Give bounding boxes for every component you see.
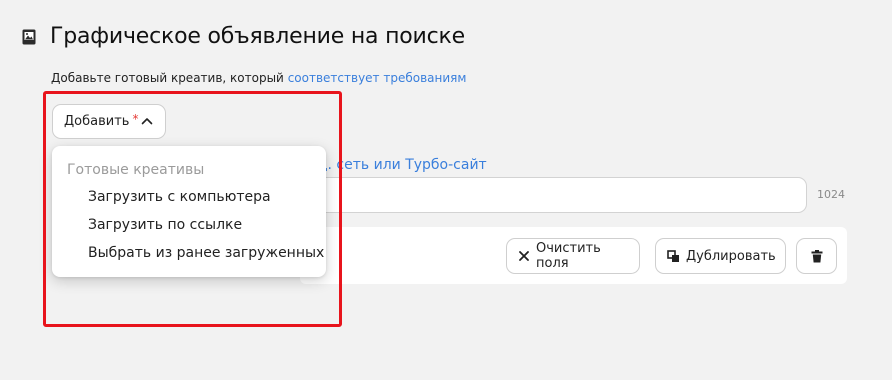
add-creative-dropdown: Готовые креативы Загрузить с компьютера … bbox=[52, 146, 326, 277]
page-title: Графическое объявление на поиске bbox=[50, 24, 465, 49]
duplicate-icon bbox=[667, 249, 679, 262]
text-input-field[interactable] bbox=[300, 177, 807, 213]
requirements-link[interactable]: соответствует требованиям bbox=[288, 71, 467, 85]
menu-item-upload-by-link[interactable]: Загрузить по ссылке bbox=[88, 217, 242, 233]
char-limit-counter: 1024 bbox=[817, 188, 845, 201]
delete-button[interactable] bbox=[796, 238, 837, 274]
chevron-up-icon bbox=[141, 118, 153, 125]
clear-fields-label: Очистить поля bbox=[536, 241, 601, 271]
clear-fields-button[interactable]: Очистить поля bbox=[506, 238, 640, 274]
close-icon bbox=[519, 251, 529, 261]
menu-item-choose-uploaded[interactable]: Выбрать из ранее загруженных bbox=[88, 245, 324, 261]
add-creative-button[interactable]: Добавить * bbox=[52, 104, 166, 139]
duplicate-button[interactable]: Дублировать bbox=[655, 238, 786, 274]
trash-icon bbox=[811, 249, 822, 262]
required-mark: * bbox=[132, 111, 139, 126]
subtitle-text: Добавьте готовый креатив, который bbox=[51, 71, 284, 85]
menu-item-upload-from-computer[interactable]: Загрузить с компьютера bbox=[88, 189, 271, 205]
page-subtitle: Добавьте готовый креатив, который соотве… bbox=[51, 71, 466, 85]
add-button-label: Добавить bbox=[64, 114, 130, 129]
duplicate-label: Дублировать bbox=[686, 248, 776, 264]
dropdown-group-label: Готовые креативы bbox=[67, 162, 205, 178]
image-icon bbox=[22, 29, 36, 45]
turbo-site-link[interactable]: ц. сеть или Турбо-сайт bbox=[318, 157, 487, 173]
